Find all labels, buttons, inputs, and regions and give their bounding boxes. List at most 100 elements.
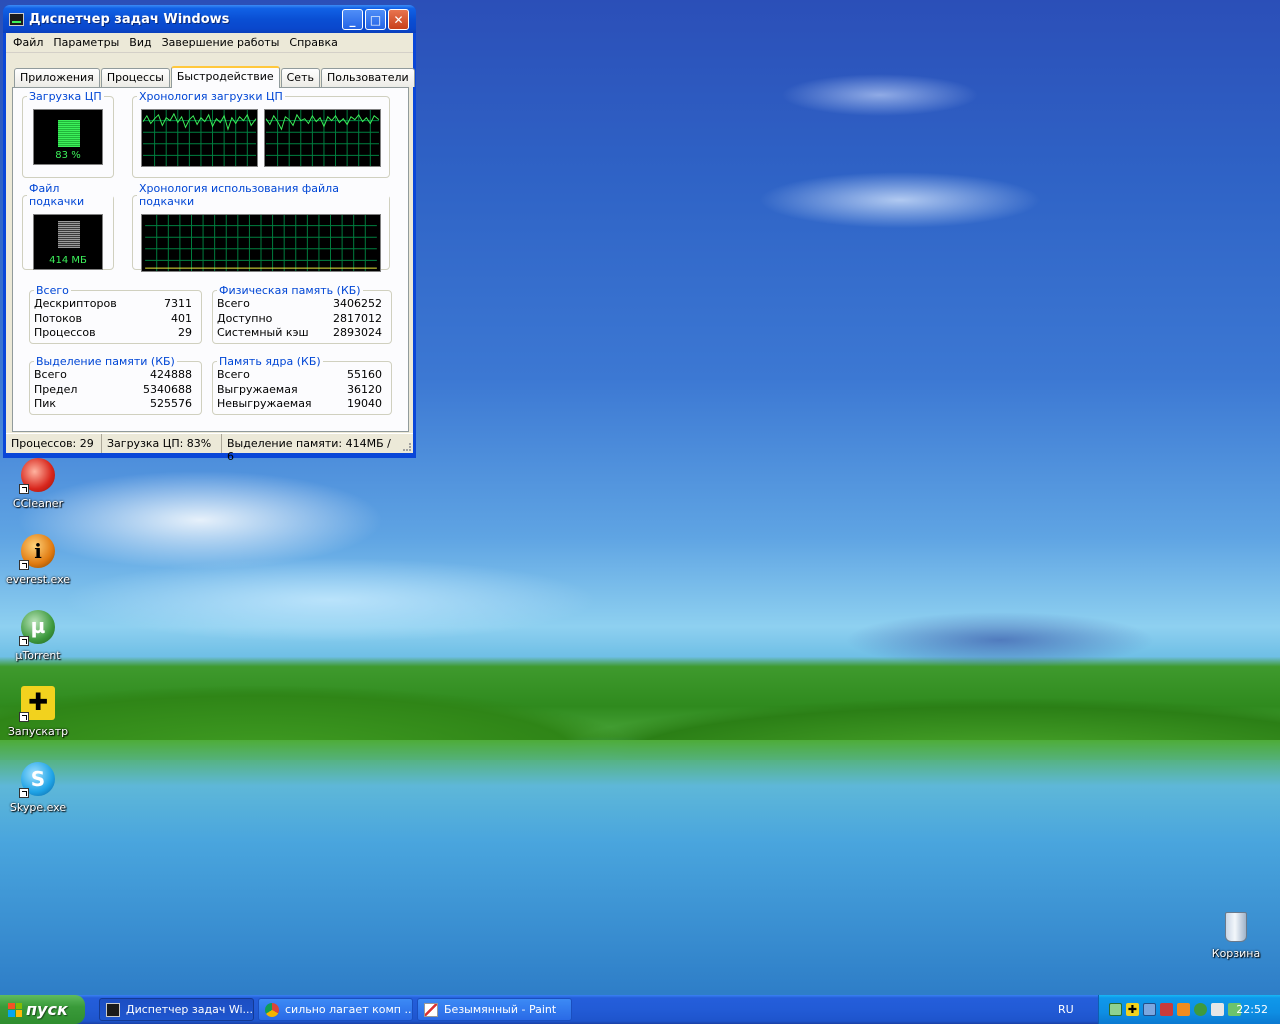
pagefile-history-graph <box>141 214 381 272</box>
menu-view[interactable]: Вид <box>124 36 156 49</box>
kernel-memory-label: Память ядра (КБ) <box>219 355 321 368</box>
kernel-memory-list: Всего 55160 Выгружаемая 36120 Невыгружае… <box>217 368 382 412</box>
menu-options[interactable]: Параметры <box>48 36 124 49</box>
row-value: 5340688 <box>143 382 192 396</box>
row-label: Всего <box>217 368 250 381</box>
pagefile-value: 414 МБ <box>49 255 87 266</box>
physical-memory-row-system-cache: Системный кэш 2893024 <box>217 326 382 341</box>
task-manager-window[interactable]: Диспетчер задач Windows _ □ ✕ Файл Парам… <box>3 5 416 463</box>
menu-bar: Файл Параметры Вид Завершение работы Спр… <box>6 33 413 53</box>
row-label: Дескрипторов <box>34 297 117 310</box>
desktop-icon-label: CCleaner <box>12 497 64 510</box>
totals-row-handles: Дескрипторов 7311 <box>34 297 192 312</box>
physical-memory-row-total: Всего 3406252 <box>217 297 382 312</box>
task-manager-icon <box>9 12 24 26</box>
start-button[interactable]: пуск <box>0 995 85 1024</box>
tab-strip: Приложения Процессы Быстродействие Сеть … <box>14 66 416 88</box>
desktop-icon-label: Skype.exe <box>9 801 67 814</box>
totals-label: Всего <box>36 284 69 297</box>
physical-memory-list: Всего 3406252 Доступно 2817012 Системный… <box>217 297 382 341</box>
info-icon: i <box>19 534 55 570</box>
tab-applications[interactable]: Приложения <box>14 68 100 87</box>
menu-shutdown[interactable]: Завершение работы <box>157 36 285 49</box>
commit-charge-label: Выделение памяти (КБ) <box>36 355 175 368</box>
cpu-history-group: Хронология загрузки ЦП <box>132 90 390 178</box>
maximize-button[interactable]: □ <box>365 9 386 30</box>
desktop-icon-label: µTorrent <box>15 649 61 662</box>
row-value: 55160 <box>347 368 382 381</box>
launcher-tray-icon[interactable]: ✚ <box>1126 1003 1139 1016</box>
windows-logo-icon <box>8 1002 22 1017</box>
row-label: Пик <box>34 397 57 410</box>
desktop-icon-label: Запускатр <box>7 725 69 738</box>
volume-icon[interactable] <box>1177 1003 1190 1016</box>
tab-performance[interactable]: Быстродействие <box>170 66 280 88</box>
taskbar-item-task-manager[interactable]: Диспетчер задач Wi... <box>99 998 254 1021</box>
pagefile-history-group: Хронология использования файла подкачки <box>132 182 390 272</box>
launcher-icon: ✚ <box>19 686 55 722</box>
row-label: Всего <box>217 297 250 310</box>
kernel-memory-group: Память ядра (КБ) Всего 55160 Выгружаемая… <box>212 355 392 415</box>
status-commit: Выделение памяти: 414МБ / 6 <box>227 437 391 463</box>
row-value: 19040 <box>347 397 382 410</box>
physical-memory-label: Физическая память (КБ) <box>219 284 361 297</box>
speaker-icon[interactable] <box>1211 1003 1224 1016</box>
desktop-icon-skype[interactable]: S Skype.exe <box>0 762 76 814</box>
desktop-icon-launcher[interactable]: ✚ Запускатр <box>0 686 76 738</box>
clock[interactable]: 22:52 <box>1236 1003 1268 1016</box>
start-label: пуск <box>26 1000 68 1019</box>
taskbar-item-paint[interactable]: Безымянный - Paint <box>417 998 572 1021</box>
minimize-button[interactable]: _ <box>342 9 363 30</box>
desktop-icon-recycle-bin[interactable]: Корзина <box>1198 912 1274 960</box>
row-value: 36120 <box>347 382 382 396</box>
kernel-row-nonpaged: Невыгружаемая 19040 <box>217 397 382 412</box>
cpu-history-graph-core-2 <box>264 109 381 167</box>
menu-file[interactable]: Файл <box>8 36 48 49</box>
taskbar-item-label: Безымянный - Paint <box>444 1003 557 1016</box>
row-value: 3406252 <box>333 297 382 310</box>
desktop-icon-everest[interactable]: i everest.exe <box>0 534 76 586</box>
row-value: 401 <box>171 311 192 325</box>
cpu-usage-value: 83 % <box>55 150 81 161</box>
row-label: Всего <box>34 368 67 381</box>
tab-processes[interactable]: Процессы <box>100 68 170 87</box>
pagefile-history-label: Хронология использования файла подкачки <box>139 182 339 208</box>
desktop-icon-label: everest.exe <box>5 573 71 586</box>
resize-grip[interactable] <box>401 434 413 453</box>
utorrent-icon: µ <box>19 610 55 646</box>
title-bar[interactable]: Диспетчер задач Windows _ □ ✕ <box>3 5 416 33</box>
utorrent-tray-icon[interactable] <box>1194 1003 1207 1016</box>
task-manager-icon <box>106 1002 120 1017</box>
row-value: 2893024 <box>333 326 382 339</box>
window-title: Диспетчер задач Windows <box>29 11 230 27</box>
desktop-icon-utorrent[interactable]: µ µTorrent <box>0 610 76 662</box>
tab-users[interactable]: Пользователи <box>320 68 415 87</box>
taskbar-item-chrome[interactable]: сильно лагает комп ... <box>258 998 413 1021</box>
tray-app-icon[interactable] <box>1109 1003 1122 1016</box>
desktop-icon-ccleaner[interactable]: CCleaner <box>0 458 76 510</box>
wallpaper-lake <box>0 740 1280 995</box>
recycle-bin-icon <box>1225 912 1247 942</box>
commit-row-peak: Пик 525576 <box>34 397 192 412</box>
row-value: 424888 <box>150 368 192 381</box>
row-label: Предел <box>34 382 78 396</box>
pagefile-meter: 414 МБ <box>33 214 103 270</box>
status-processes: Процессов: 29 <box>6 434 102 453</box>
close-button[interactable]: ✕ <box>388 9 409 30</box>
graphics-icon[interactable] <box>1160 1003 1173 1016</box>
cpu-usage-group: Загрузка ЦП 83 % <box>22 90 114 178</box>
system-tray: ✚ 22:52 <box>1098 995 1280 1024</box>
row-label: Доступно <box>217 311 273 325</box>
row-label: Системный кэш <box>217 326 309 339</box>
taskbar-item-label: сильно лагает комп ... <box>285 1003 413 1016</box>
tab-networking[interactable]: Сеть <box>280 68 320 87</box>
cpu-usage-label: Загрузка ЦП <box>29 90 102 103</box>
kernel-row-total: Всего 55160 <box>217 368 382 383</box>
row-value: 525576 <box>150 397 192 410</box>
skype-icon: S <box>19 762 55 798</box>
language-indicator[interactable]: RU <box>1058 1003 1074 1016</box>
menu-help[interactable]: Справка <box>284 36 342 49</box>
network-icon[interactable] <box>1143 1003 1156 1016</box>
commit-row-total: Всего 424888 <box>34 368 192 383</box>
row-value: 7311 <box>164 297 192 310</box>
